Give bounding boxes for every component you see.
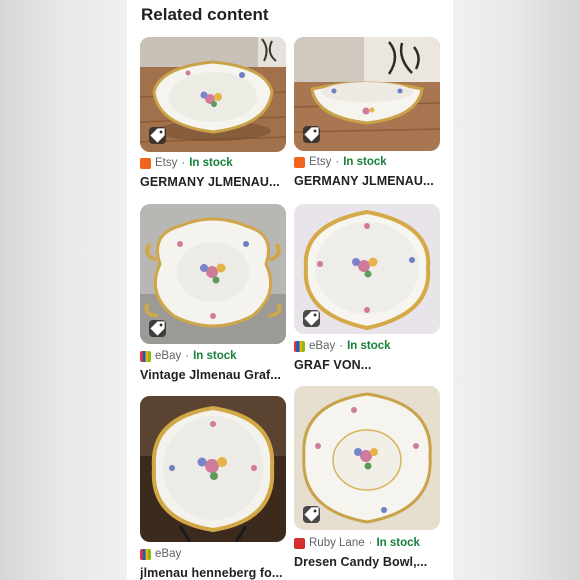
product-title[interactable]: GRAF VON... — [294, 358, 444, 372]
stock-status: In stock — [343, 156, 387, 168]
separator: · — [339, 340, 344, 352]
product-source: eBay · In stock — [294, 340, 391, 352]
product-image[interactable] — [294, 204, 440, 334]
product-source: Ruby Lane · In stock — [294, 537, 420, 549]
product-image[interactable] — [294, 386, 440, 530]
product-source: eBay · In stock — [140, 350, 237, 362]
ruby-lane-logo-icon — [294, 537, 305, 549]
product-title[interactable]: jlmenau henneberg fo... — [140, 566, 290, 580]
price-tag-icon — [303, 126, 320, 143]
stock-status: In stock — [347, 340, 391, 352]
stock-status: In stock — [193, 350, 237, 362]
source-name: eBay — [155, 548, 182, 560]
ebay-logo-icon — [140, 350, 151, 362]
section-heading: Related content — [141, 5, 269, 24]
ebay-logo-icon — [294, 340, 305, 352]
separator: · — [335, 156, 340, 168]
product-image[interactable] — [294, 37, 440, 151]
source-name: Ruby Lane — [309, 537, 365, 549]
stock-status: In stock — [189, 157, 233, 169]
price-tag-icon — [149, 320, 166, 337]
product-image[interactable] — [140, 396, 286, 542]
product-source: Etsy · In stock — [294, 156, 387, 168]
product-title[interactable]: GERMANY JLMENAU... — [294, 174, 444, 188]
source-name: eBay — [155, 350, 182, 362]
product-image[interactable] — [140, 204, 286, 344]
price-tag-icon — [303, 310, 320, 327]
product-source: eBay — [140, 548, 181, 560]
product-source: Etsy · In stock — [140, 157, 233, 169]
plate-photo — [140, 396, 286, 542]
separator: · — [185, 350, 190, 362]
source-name: Etsy — [309, 156, 332, 168]
separator: · — [181, 157, 186, 169]
product-title[interactable]: Vintage Jlmenau Graf... — [140, 368, 290, 382]
product-title[interactable]: GERMANY JLMENAU... — [140, 175, 290, 189]
related-content-panel: Related content Etsy · In stock GERMANY … — [127, 0, 453, 580]
etsy-logo-icon — [140, 157, 151, 169]
price-tag-icon — [303, 506, 320, 523]
separator: · — [368, 537, 373, 549]
product-image[interactable] — [140, 37, 286, 152]
etsy-logo-icon — [294, 156, 305, 168]
source-name: Etsy — [155, 157, 178, 169]
price-tag-icon — [149, 127, 166, 144]
ebay-logo-icon — [140, 548, 151, 560]
stock-status: In stock — [376, 537, 420, 549]
product-title[interactable]: Dresen Candy Bowl,... — [294, 555, 444, 569]
source-name: eBay — [309, 340, 336, 352]
